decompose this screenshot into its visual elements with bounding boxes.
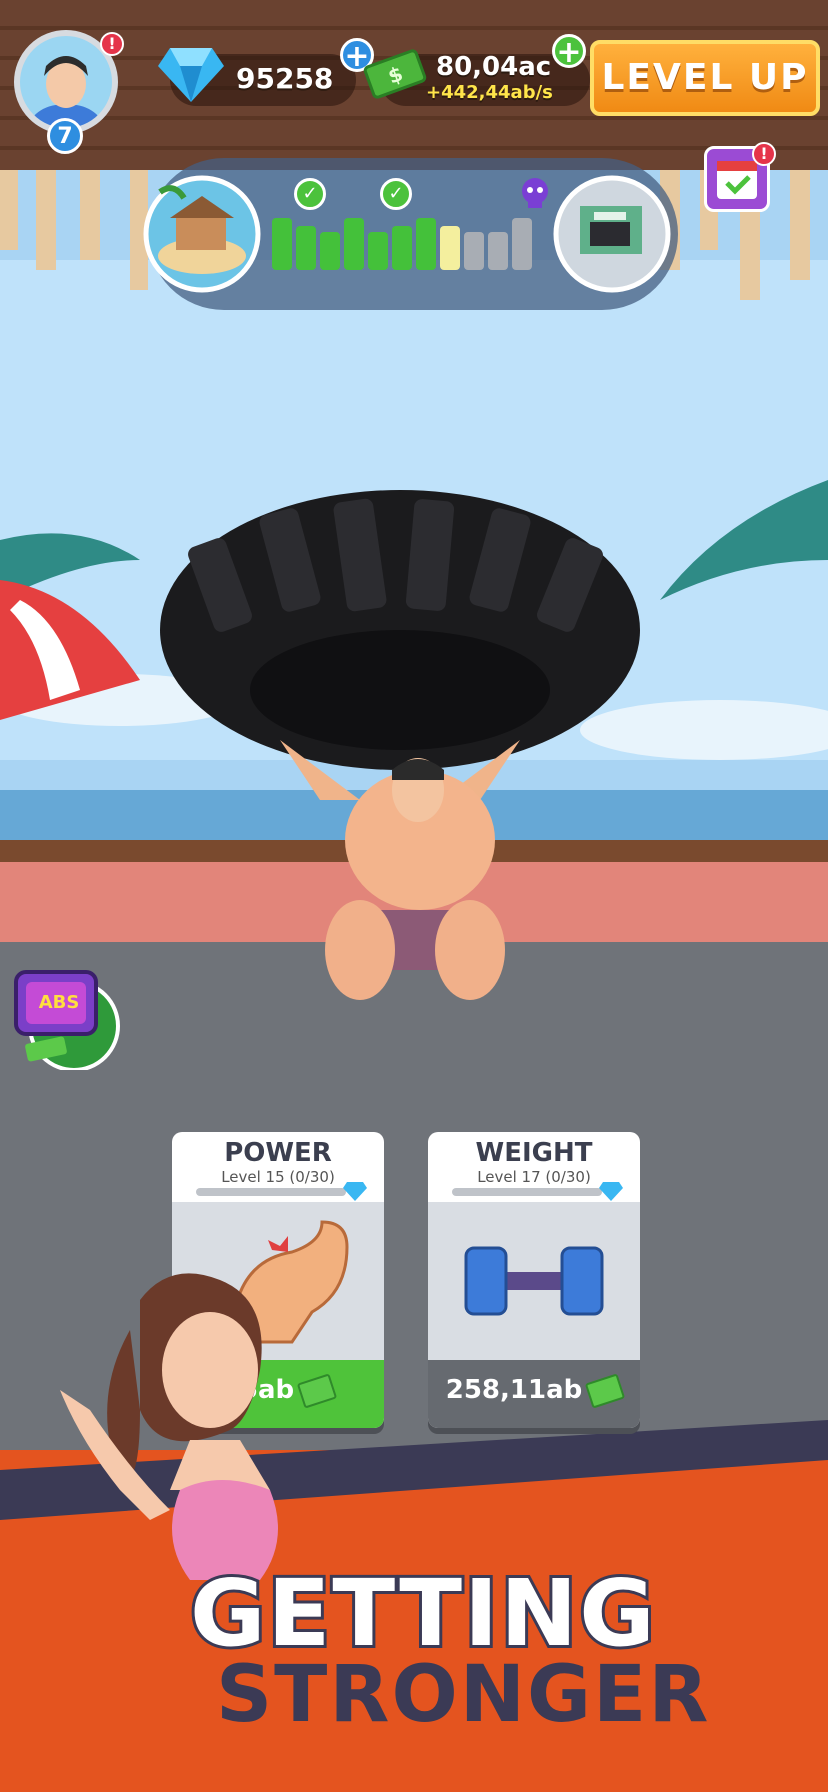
gem-icon — [343, 1182, 367, 1201]
tv-cash-icon — [14, 970, 120, 1072]
player-level-badge: 7 — [47, 118, 83, 154]
add-cash-button[interactable]: + — [552, 34, 586, 69]
cash-rate: +442,44ab/s — [426, 82, 553, 103]
cash-amount: 80,04ac — [436, 52, 552, 82]
gem-icon — [158, 48, 224, 102]
progress-segment — [464, 232, 484, 270]
progress-segment — [272, 218, 292, 270]
weight-upgrade-price[interactable]: 258,11ab — [428, 1360, 640, 1428]
card-title: POWER — [224, 1138, 332, 1168]
gym-city-icon — [553, 175, 671, 293]
card-title: WEIGHT — [475, 1138, 593, 1168]
calendar-alert-badge: ! — [752, 142, 776, 166]
avatar-alert-badge: ! — [100, 32, 124, 56]
boss-skull-icon — [522, 178, 548, 208]
progress-segment — [512, 218, 532, 270]
coach-character — [60, 1273, 278, 1580]
stage-check-icon: ✓ — [380, 178, 412, 210]
progress-segment — [488, 232, 508, 270]
face-icon — [30, 56, 102, 128]
tv-label: ABS — [38, 992, 80, 1013]
progress-segment — [296, 226, 316, 270]
progress-segment — [440, 226, 460, 270]
cash-icon — [585, 1372, 626, 1409]
stage-check-icon: ✓ — [294, 178, 326, 210]
progress-segment — [320, 232, 340, 270]
stage-progress-panel: ✓ ✓ — [143, 158, 678, 310]
price-text: 258,11ab — [445, 1375, 583, 1405]
weight-upgrade-card[interactable]: WEIGHT Level 17 (0/30) 258,11ab — [428, 1132, 640, 1428]
card-image-area — [428, 1202, 640, 1360]
cash-icon: $ — [363, 49, 427, 99]
progress-segment — [392, 226, 412, 270]
progress-segment — [368, 232, 388, 270]
progress-segment — [344, 218, 364, 270]
level-up-button[interactable]: LEVEL UP — [590, 40, 820, 116]
card-progress-bar — [452, 1188, 602, 1196]
abs-tv-reward-button[interactable]: ABS — [12, 966, 122, 1072]
progress-segment — [416, 218, 436, 270]
card-progress-bar — [196, 1188, 346, 1196]
gems-count: 95258 — [236, 62, 334, 95]
dumbbell-icon — [464, 1246, 604, 1316]
beach-island-icon — [143, 175, 261, 293]
gem-icon — [599, 1182, 623, 1201]
banner-title-line2: STRONGER — [216, 1650, 711, 1740]
giant-tyre — [160, 490, 640, 770]
